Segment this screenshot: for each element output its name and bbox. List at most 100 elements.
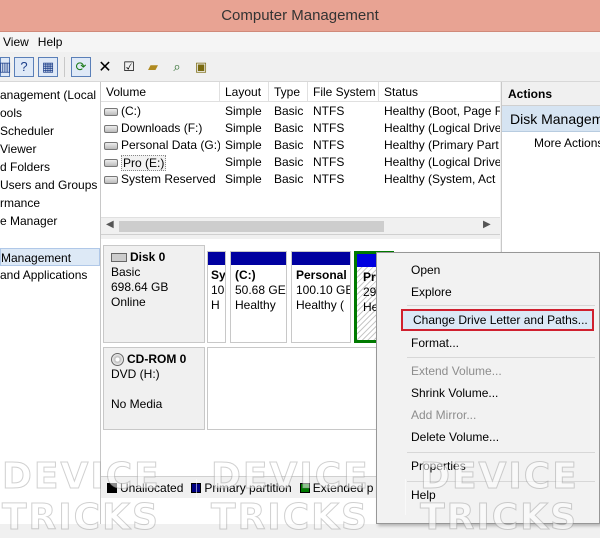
partition-system-reserved[interactable]: Sy 10 H (207, 251, 226, 343)
disk-0-label[interactable]: Disk 0 Basic 698.64 GB Online (103, 245, 205, 343)
column-header-type[interactable]: Type (269, 82, 308, 102)
drive-icon (104, 175, 118, 184)
cdrom-0-status: No Media (111, 397, 163, 411)
menu-separator (407, 357, 595, 358)
volume-name: Downloads (F:) (121, 121, 203, 135)
menu-view[interactable]: View (0, 35, 35, 49)
tree-item-device-manager[interactable]: e Manager (0, 212, 100, 230)
column-header-status[interactable]: Status (379, 82, 500, 102)
volume-name: Personal Data (G:) (121, 138, 220, 152)
table-row[interactable]: System Reserved Simple Basic NTFS Health… (101, 171, 500, 188)
fs-cell: NTFS (313, 138, 345, 152)
column-header-file-system[interactable]: File System (308, 82, 379, 102)
menu-help[interactable]: Help (35, 35, 69, 49)
scroll-right-icon[interactable]: ▶ (483, 219, 491, 230)
more-actions-link[interactable]: More Actions (502, 132, 600, 150)
volume-name: System Reserved (121, 172, 216, 186)
cdrom-0-label[interactable]: CD-ROM 0 DVD (H:) No Media (103, 347, 205, 430)
help-icon[interactable]: ? (14, 56, 34, 77)
tree-item-disk-management[interactable]: Management (0, 248, 100, 266)
title-bar: Computer Management (0, 0, 600, 32)
tree-item-users-groups[interactable]: Users and Groups (0, 176, 100, 194)
status-cell: Healthy (System, Act (384, 172, 496, 186)
refresh-icon[interactable]: ⟳ (71, 56, 91, 77)
menu-item-properties[interactable]: Properties (377, 455, 599, 477)
status-cell: Healthy (Boot, Page F (384, 104, 500, 118)
delete-icon[interactable]: ✕ (95, 57, 115, 77)
properties-icon[interactable]: ▥ (0, 56, 11, 77)
status-cell: Healthy (Logical Drive (384, 155, 500, 169)
legend-label: Extended p (312, 480, 374, 495)
type-cell: Basic (274, 155, 304, 169)
scrollbar-thumb[interactable] (119, 221, 384, 232)
partition-c[interactable]: (C:) 50.68 GE Healthy (230, 251, 287, 343)
partition-size: 10 (211, 283, 225, 297)
menu-item-extend-volume: Extend Volume... (411, 364, 502, 378)
actions-header: Actions (502, 82, 600, 106)
menu-item-format[interactable]: Format... (377, 332, 599, 354)
search-icon[interactable]: ⌕ (167, 57, 187, 77)
table-row[interactable]: (C:) Simple Basic NTFS Healthy (Boot, Pa… (101, 103, 500, 120)
menu-separator (407, 481, 595, 482)
horizontal-scrollbar[interactable]: ◀ ▶ (101, 217, 500, 234)
cdrom-0-name: CD-ROM 0 (127, 352, 187, 366)
menu-item-help[interactable]: Help (377, 484, 599, 506)
status-cell: Healthy (Logical Drive (384, 121, 500, 135)
menu-item-open[interactable]: Open (377, 259, 599, 281)
swatch (299, 482, 310, 493)
legend-label: Primary partition (204, 480, 292, 495)
tree-item-performance[interactable]: rmance (0, 194, 100, 212)
drive-icon (104, 124, 118, 133)
disk-0-name-row: Disk 0 (111, 250, 204, 265)
legend-extended: Extended p (299, 480, 374, 495)
layout-cell: Simple (225, 121, 262, 135)
tree-item-services-apps[interactable]: and Applications (0, 266, 100, 284)
partition-personal-data[interactable]: Personal 100.10 GE Healthy ( (291, 251, 351, 343)
tree-item-event-viewer[interactable]: Viewer (0, 140, 100, 158)
partition-bar (208, 252, 225, 265)
fs-cell: NTFS (313, 121, 345, 135)
volume-cell: Downloads (F:) (101, 120, 220, 137)
show-hide-icon[interactable]: ▦ (38, 56, 58, 77)
toolbar: ▥ ? ▦ ⟳ ✕ ☑ ▰ ⌕ ▣ (0, 52, 600, 82)
menu-item-change-drive-letter[interactable]: Change Drive Letter and Paths... (401, 309, 594, 331)
menu-item-explore[interactable]: Explore (377, 281, 599, 303)
magnify-icon[interactable]: ▣ (191, 57, 211, 77)
drive-icon (104, 107, 118, 116)
check-icon[interactable]: ☑ (119, 57, 139, 77)
table-row[interactable]: Pro (E:) Simple Basic NTFS Healthy (Logi… (101, 154, 500, 171)
toolbar-separator (64, 56, 65, 77)
disk-0-name: Disk 0 (130, 250, 166, 264)
partition-status: Healthy (235, 298, 276, 312)
menu-item-delete-volume[interactable]: Delete Volume... (377, 426, 599, 448)
volume-list: (C:) Simple Basic NTFS Healthy (Boot, Pa… (101, 102, 500, 188)
legend-label: Unallocated (120, 480, 184, 495)
actions-disk-management[interactable]: Disk Managem (502, 106, 600, 132)
menu-item-shrink-volume[interactable]: Shrink Volume... (377, 382, 599, 404)
cdrom-0-type: DVD (H:) (111, 367, 160, 381)
tree-item-tools[interactable]: ools (0, 104, 100, 122)
table-row[interactable]: Downloads (F:) Simple Basic NTFS Healthy… (101, 120, 500, 137)
type-cell: Basic (274, 138, 304, 152)
window-title: Computer Management (221, 7, 379, 24)
layout-cell: Simple (225, 172, 262, 186)
swatch (191, 482, 202, 493)
layout-cell: Simple (225, 104, 262, 118)
type-cell: Basic (274, 104, 304, 118)
layout-cell: Simple (225, 155, 262, 169)
tree-item-task-scheduler[interactable]: Scheduler (0, 122, 100, 140)
menu-separator (407, 452, 595, 453)
scroll-left-icon[interactable]: ◀ (106, 219, 114, 230)
partition-name: (C:) (235, 268, 256, 282)
partition-name: Personal (296, 268, 347, 282)
column-header-volume[interactable]: Volume (101, 82, 220, 102)
menu-item-add-mirror: Add Mirror... (411, 408, 477, 422)
fs-cell: NTFS (313, 104, 345, 118)
tree-item-root[interactable]: anagement (Local (0, 86, 100, 104)
tree-item-shared-folders[interactable]: d Folders (0, 158, 100, 176)
column-header-layout[interactable]: Layout (220, 82, 269, 102)
partition-size: 100.10 GE (296, 283, 351, 297)
table-row[interactable]: Personal Data (G:) Simple Basic NTFS Hea… (101, 137, 500, 154)
open-folder-icon[interactable]: ▰ (143, 57, 163, 77)
tree-item-storage[interactable] (0, 230, 100, 248)
